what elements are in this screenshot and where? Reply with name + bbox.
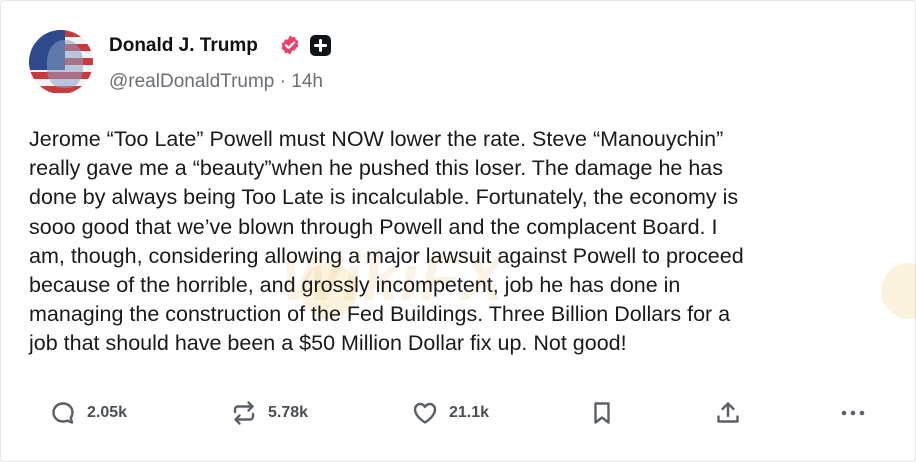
share-button[interactable] [714, 398, 742, 428]
verified-badge-icon [281, 35, 299, 55]
more-button[interactable] [839, 398, 867, 428]
share-icon [717, 402, 739, 423]
plus-badge-icon [310, 35, 331, 56]
more-icon [841, 410, 865, 416]
repost-button[interactable]: 5.78k [230, 398, 308, 428]
reply-count: 2.05k [87, 404, 128, 421]
author-handle-time[interactable]: @realDonaldTrump · 14h [109, 71, 323, 93]
comment-icon [52, 402, 74, 424]
like-button[interactable]: 21.1k [411, 398, 489, 428]
avatar[interactable] [29, 30, 93, 94]
post-card: Donald J. Trump @realDonaldTrump · 14h W… [0, 0, 916, 462]
like-count: 21.1k [449, 404, 490, 421]
repost-icon [233, 401, 255, 425]
post-body-line: sooo good that we’ve blown through Powel… [29, 214, 718, 239]
bookmark-button[interactable] [588, 398, 616, 428]
reply-button[interactable]: 2.05k [49, 398, 127, 428]
repost-count: 5.78k [268, 404, 309, 421]
post-body-line: Jerome “Too Late” Powell must NOW lower … [29, 127, 724, 151]
post-body-line: am, though, considering allowing a major… [29, 243, 744, 268]
heart-icon [413, 402, 437, 424]
post-body-line: job that should have been a $50 Million … [29, 331, 627, 356]
post-body-line: really gave me a “beauty”when he pushed … [29, 156, 724, 181]
post-body-line: managing the construction of the Fed Bui… [29, 302, 731, 327]
bookmark-icon [594, 402, 610, 424]
author-name[interactable]: Donald J. Trump [109, 35, 258, 57]
post-body-line: done by always being Too Late is incalcu… [29, 185, 739, 210]
post-body: Jerome “Too Late” Powell must NOW lower … [29, 125, 891, 359]
post-body-line: because of the horrible, and grossly inc… [29, 273, 681, 298]
